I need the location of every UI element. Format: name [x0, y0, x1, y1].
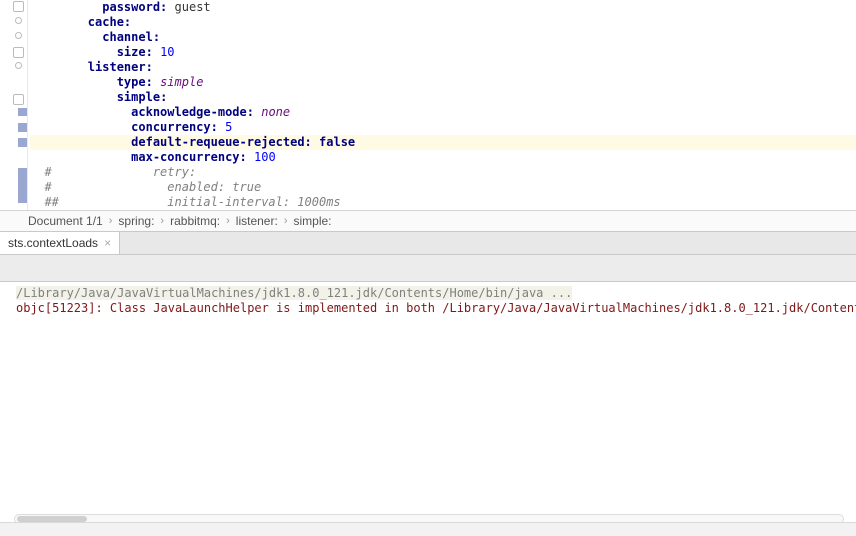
change-marker-icon [18, 108, 27, 116]
code-line[interactable]: password: guest [30, 0, 856, 15]
code-line[interactable]: listener: [30, 60, 856, 75]
chevron-right-icon: › [226, 211, 230, 232]
code-editor[interactable]: password: guest cache: channel: size: 10… [0, 0, 856, 210]
code-line[interactable]: # enabled: true [30, 180, 856, 195]
console-command-line: /Library/Java/JavaVirtualMachines/jdk1.8… [16, 286, 572, 300]
yaml-key: type [117, 75, 146, 89]
status-bar [0, 522, 856, 536]
chevron-right-icon: › [284, 211, 288, 232]
change-marker-icon [18, 168, 27, 203]
yaml-value: 100 [254, 150, 276, 164]
change-marker-icon [18, 138, 27, 147]
colon: : [305, 135, 312, 149]
fold-marker-icon[interactable] [15, 62, 22, 69]
editor-gutter [0, 0, 28, 210]
code-line[interactable]: # retry: [30, 165, 856, 180]
colon: : [211, 120, 218, 134]
console-toolbar [0, 255, 856, 282]
comment-text: # retry: [30, 165, 196, 179]
code-content[interactable]: password: guest cache: channel: size: 10… [28, 0, 856, 210]
code-line[interactable]: concurrency: 5 [30, 120, 856, 135]
fold-marker-icon[interactable] [13, 1, 24, 12]
comment-text: ## initial-interval: 1000ms [30, 195, 341, 209]
colon: : [160, 90, 167, 104]
close-icon[interactable]: × [104, 236, 111, 250]
yaml-value: 5 [225, 120, 232, 134]
yaml-key: password [102, 0, 160, 14]
yaml-key: channel [102, 30, 153, 44]
scrollbar-thumb[interactable] [17, 516, 87, 520]
code-line[interactable]: size: 10 [30, 45, 856, 60]
colon: : [160, 0, 167, 14]
colon: : [247, 105, 254, 119]
breadcrumb-part[interactable]: listener: [236, 211, 278, 232]
chevron-right-icon: › [109, 211, 113, 232]
yaml-key: max-concurrency [131, 150, 239, 164]
fold-marker-icon[interactable] [13, 94, 24, 105]
console-error-line: objc[51223]: Class JavaLaunchHelper is i… [16, 301, 856, 316]
yaml-key: simple [117, 90, 160, 104]
yaml-key: default-requeue-rejected [131, 135, 304, 149]
colon: : [124, 15, 131, 29]
breadcrumb[interactable]: Document 1/1 › spring: › rabbitmq: › lis… [0, 210, 856, 231]
yaml-value: false [319, 135, 355, 149]
run-tab[interactable]: sts.contextLoads × [0, 232, 120, 254]
horizontal-scrollbar[interactable] [14, 514, 844, 520]
colon: : [146, 60, 153, 74]
colon: : [146, 75, 153, 89]
code-line[interactable]: max-concurrency: 100 [30, 150, 856, 165]
fold-marker-icon[interactable] [13, 47, 24, 58]
tab-label: sts.contextLoads [8, 236, 98, 250]
code-line[interactable]: simple: [30, 90, 856, 105]
breadcrumb-part[interactable]: rabbitmq: [170, 211, 220, 232]
code-line[interactable]: channel: [30, 30, 856, 45]
code-line[interactable]: cache: [30, 15, 856, 30]
code-line[interactable]: acknowledge-mode: none [30, 105, 856, 120]
code-line[interactable]: ## initial-interval: 1000ms [30, 195, 856, 210]
yaml-key: acknowledge-mode [131, 105, 247, 119]
yaml-value: simple [160, 75, 203, 89]
run-tab-bar: sts.contextLoads × [0, 231, 856, 255]
fold-marker-icon[interactable] [15, 17, 22, 24]
colon: : [240, 150, 247, 164]
comment-text: # enabled: true [30, 180, 261, 194]
yaml-key: size [117, 45, 146, 59]
breadcrumb-part[interactable]: simple: [294, 211, 332, 232]
breadcrumb-doc: Document 1/1 [28, 211, 103, 232]
yaml-key: cache [88, 15, 124, 29]
breadcrumb-part[interactable]: spring: [118, 211, 154, 232]
yaml-value: 10 [160, 45, 174, 59]
code-line[interactable]: default-requeue-rejected: false [30, 135, 856, 150]
yaml-key: concurrency [131, 120, 210, 134]
change-marker-icon [18, 123, 27, 132]
chevron-right-icon: › [160, 211, 164, 232]
yaml-value: none [261, 105, 290, 119]
console-output[interactable]: /Library/Java/JavaVirtualMachines/jdk1.8… [0, 282, 856, 520]
colon: : [146, 45, 153, 59]
code-line[interactable]: type: simple [30, 75, 856, 90]
yaml-value: guest [175, 0, 211, 14]
colon: : [153, 30, 160, 44]
yaml-key: listener [88, 60, 146, 74]
fold-marker-icon[interactable] [15, 32, 22, 39]
